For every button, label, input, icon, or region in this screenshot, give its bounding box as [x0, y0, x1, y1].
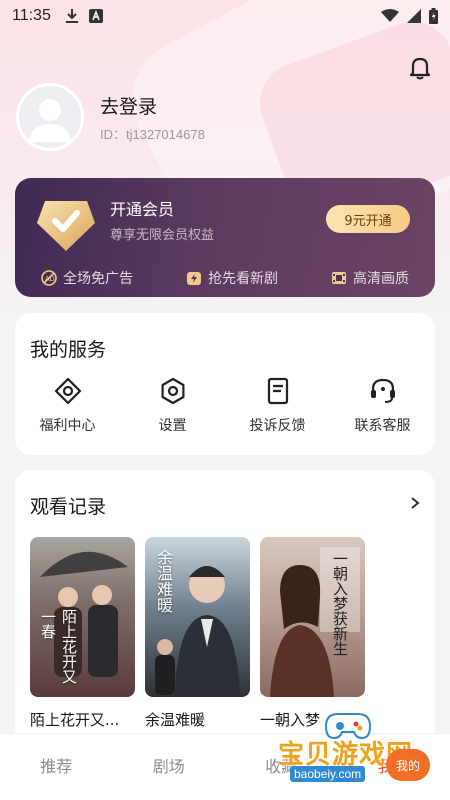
- vip-badge-icon: [35, 193, 97, 253]
- tab-theater[interactable]: 剧场: [113, 734, 226, 800]
- watermark: 宝贝游戏网 baobeiy.com 我的: [270, 704, 450, 794]
- poster-image: 陌上花开又一春: [30, 537, 135, 697]
- perk-label: 全场免广告: [63, 271, 133, 287]
- battery-icon: [429, 8, 438, 24]
- service-feedback[interactable]: 投诉反馈: [225, 377, 330, 435]
- vip-card[interactable]: 开通会员 尊享无限会员权益 9元开通 AD 全场免广告 抢先看新剧 高清画质: [15, 178, 435, 297]
- avatar[interactable]: [16, 83, 84, 151]
- history-item-title: 余温难暖: [145, 711, 206, 729]
- poster-caption: 一朝入梦获新生: [331, 551, 349, 656]
- vip-open-button[interactable]: 9元开通: [326, 205, 410, 233]
- vip-perks: AD 全场免广告 抢先看新剧 高清画质: [15, 264, 435, 292]
- poster-image: 余温难暖: [145, 537, 250, 697]
- services-card: 我的服务 福利中心 设置 投诉反馈 联系客服: [15, 313, 435, 455]
- bell-icon[interactable]: [407, 55, 433, 81]
- service-label: 设置: [158, 418, 187, 434]
- document-icon: [264, 377, 292, 405]
- perk-hd: 高清画质: [331, 268, 409, 288]
- wifi-icon: [381, 9, 399, 23]
- login-link[interactable]: 去登录: [100, 92, 157, 119]
- diamond-icon: [54, 377, 82, 405]
- film-icon: [331, 270, 347, 286]
- service-welfare-center[interactable]: 福利中心: [15, 377, 120, 435]
- services-title: 我的服务: [30, 339, 107, 361]
- chevron-right-icon[interactable]: [407, 494, 423, 512]
- download-icon: [65, 8, 79, 24]
- poster-caption: 余温难暖: [154, 549, 173, 613]
- no-ads-icon: AD: [41, 270, 57, 286]
- service-label: 投诉反馈: [249, 418, 306, 434]
- service-customer-support[interactable]: 联系客服: [330, 377, 435, 435]
- history-item[interactable]: 陌上花开又一春 陌上花开又...: [30, 537, 135, 730]
- vip-title: 开通会员: [110, 200, 175, 219]
- history-item[interactable]: 余温难暖 余温难暖: [145, 537, 250, 730]
- font-icon: [88, 9, 103, 23]
- signal-icon: [407, 9, 421, 23]
- lightning-icon: [186, 270, 202, 286]
- history-item[interactable]: 一朝入梦获新生 一朝入梦: [260, 537, 365, 730]
- vip-subtitle: 尊享无限会员权益: [110, 228, 215, 243]
- watermark-badge: 我的: [386, 749, 430, 781]
- svg-text:AD: AD: [45, 276, 55, 283]
- perk-no-ads: AD 全场免广告: [41, 268, 133, 288]
- tab-recommend[interactable]: 推荐: [0, 734, 113, 800]
- history-item-title: 陌上花开又...: [30, 711, 120, 729]
- history-title: 观看记录: [30, 496, 107, 518]
- poster-caption: 陌上花开又一春: [39, 609, 78, 684]
- service-settings[interactable]: 设置: [120, 377, 225, 435]
- headset-icon: [369, 377, 397, 405]
- perk-early-access: 抢先看新剧: [186, 268, 278, 288]
- perk-label: 高清画质: [353, 271, 409, 287]
- poster-image: 一朝入梦获新生: [260, 537, 365, 697]
- watermark-url: baobeiy.com: [290, 766, 366, 782]
- status-time: 11:35: [12, 7, 51, 24]
- user-id: ID：tj1327014678: [100, 127, 205, 142]
- perk-label: 抢先看新剧: [208, 271, 278, 287]
- settings-icon: [159, 377, 187, 405]
- status-bar: 11:35: [0, 0, 450, 32]
- service-label: 联系客服: [354, 418, 411, 434]
- service-label: 福利中心: [39, 418, 96, 434]
